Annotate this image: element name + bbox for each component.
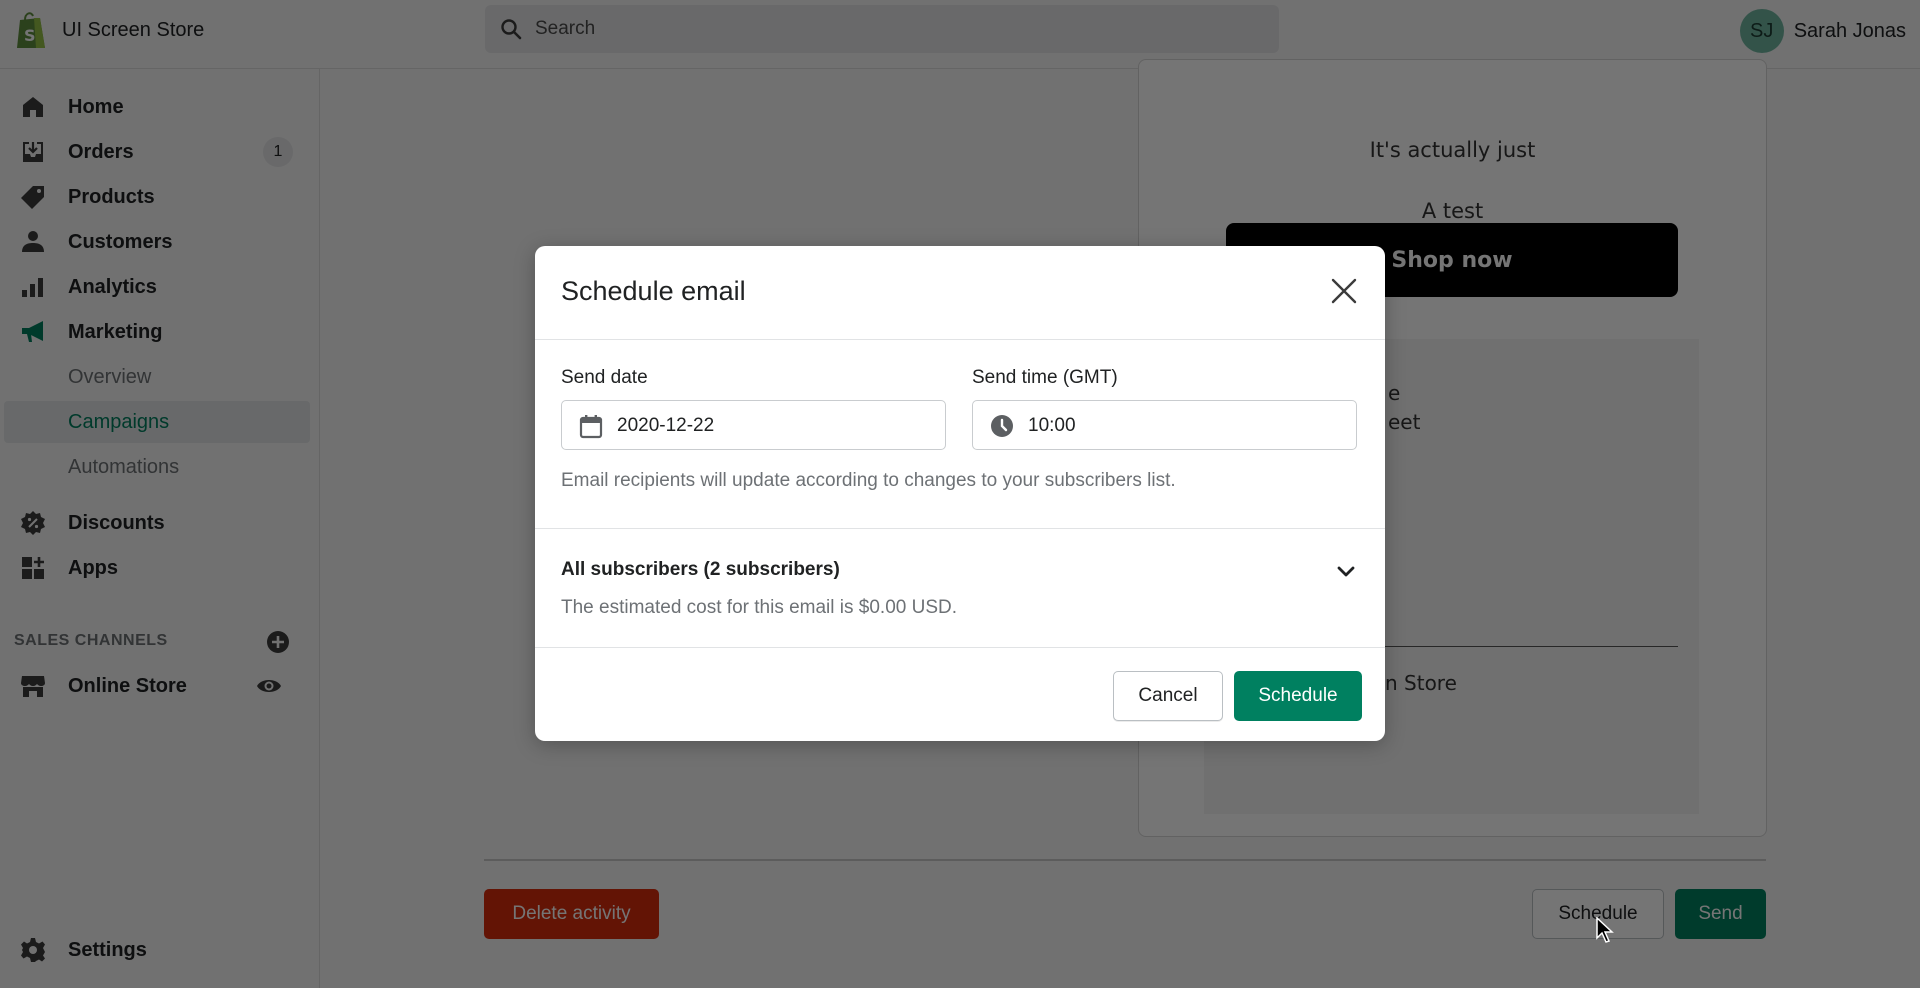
modal-title: Schedule email xyxy=(561,276,746,306)
chevron-down-icon[interactable] xyxy=(1335,561,1357,583)
modal-header: Schedule email xyxy=(535,246,1385,340)
estimated-cost-text: The estimated cost for this email is $0.… xyxy=(561,597,957,618)
modal-footer: Cancel Schedule xyxy=(535,648,1385,741)
send-time-field[interactable]: 10:00 xyxy=(972,400,1357,450)
send-time-label: Send time (GMT) xyxy=(972,367,1118,388)
send-time-value: 10:00 xyxy=(1028,415,1076,436)
subscribers-section[interactable]: All subscribers (2 subscribers) The esti… xyxy=(535,529,1385,648)
send-date-field[interactable]: 2020-12-22 xyxy=(561,400,946,450)
recipients-help-text: Email recipients will update according t… xyxy=(561,470,1176,491)
modal-schedule-button[interactable]: Schedule xyxy=(1234,671,1362,721)
schedule-fields-section: Send date 2020-12-22 Send time (GMT) 10:… xyxy=(535,340,1385,529)
mouse-cursor-icon xyxy=(1596,917,1614,943)
clock-icon xyxy=(991,415,1013,437)
subscribers-title: All subscribers (2 subscribers) xyxy=(561,559,840,580)
calendar-icon xyxy=(579,415,603,439)
send-date-label: Send date xyxy=(561,367,648,388)
schedule-email-modal: Schedule email Send date 2020-12-22 Send… xyxy=(535,246,1385,741)
cancel-button[interactable]: Cancel xyxy=(1113,671,1223,721)
send-date-value: 2020-12-22 xyxy=(617,415,715,436)
close-icon[interactable] xyxy=(1329,276,1359,306)
